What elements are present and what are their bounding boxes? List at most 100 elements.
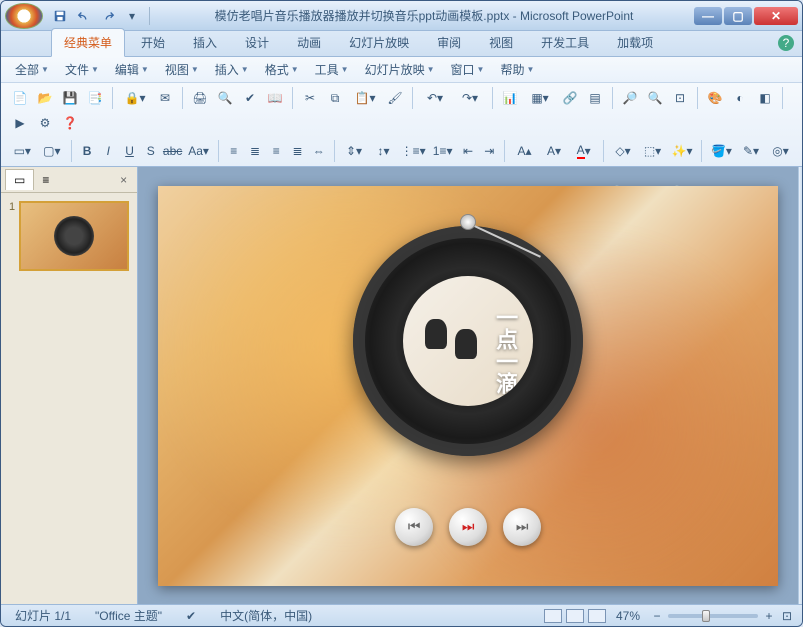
format-painter-icon[interactable]: 🖌 xyxy=(384,87,406,109)
paste-icon[interactable]: 📋▾ xyxy=(349,87,381,109)
tab-developer[interactable]: 开发工具 xyxy=(529,29,601,56)
tab-design[interactable]: 设计 xyxy=(233,29,281,56)
help-icon[interactable]: ? xyxy=(778,35,794,51)
tab-home[interactable]: 开始 xyxy=(129,29,177,56)
linespace-icon[interactable]: ⇕▾ xyxy=(341,140,368,162)
inc-indent-icon[interactable]: ⇥ xyxy=(480,140,498,162)
arrange-icon[interactable]: ⬚▾ xyxy=(639,140,666,162)
menu-file[interactable]: 文件▼ xyxy=(59,58,105,81)
effects-icon[interactable]: ◎▾ xyxy=(767,140,794,162)
slideshow-icon[interactable]: ▶ xyxy=(9,112,31,134)
changecase-icon[interactable]: Aa▾ xyxy=(185,140,212,162)
menu-view[interactable]: 视图▼ xyxy=(159,58,205,81)
slide-area[interactable]: 🔈 🔈 一点一滴 ⏮ ⏭ ⏭ xyxy=(138,167,798,604)
spell-icon[interactable]: ✔ xyxy=(239,87,261,109)
grayscale-icon[interactable]: ◐ xyxy=(729,87,751,109)
zoom-slider[interactable] xyxy=(668,614,758,618)
layout-icon[interactable]: ▢▾ xyxy=(39,140,66,162)
zoom-in-button[interactable]: + xyxy=(762,609,776,623)
minimize-button[interactable]: — xyxy=(694,7,722,25)
justify-icon[interactable]: ≣ xyxy=(288,140,306,162)
normal-view-icon[interactable] xyxy=(544,609,562,623)
bold-icon[interactable]: B xyxy=(78,140,96,162)
dec-font-icon[interactable]: A▾ xyxy=(541,140,568,162)
preview-icon[interactable]: 🔍 xyxy=(214,87,236,109)
numbering-icon[interactable]: 1≡▾ xyxy=(429,140,456,162)
undo-icon[interactable]: ↶▾ xyxy=(419,87,451,109)
fill-icon[interactable]: 🪣▾ xyxy=(708,140,735,162)
help2-icon[interactable]: ❓ xyxy=(59,112,81,134)
shadow-icon[interactable]: S xyxy=(142,140,160,162)
open-icon[interactable]: 📂 xyxy=(34,87,56,109)
bullets-icon[interactable]: ⋮≡▾ xyxy=(400,140,427,162)
align-right-icon[interactable]: ≡ xyxy=(267,140,285,162)
zoom-out-button[interactable]: − xyxy=(650,609,664,623)
zoom-out-icon[interactable]: 🔍 xyxy=(644,87,666,109)
tab-slides-icon[interactable]: ▭ xyxy=(5,169,34,190)
tables-icon[interactable]: ▤ xyxy=(584,87,606,109)
zoom-in-icon[interactable]: 🔎 xyxy=(619,87,641,109)
dec-indent-icon[interactable]: ⇤ xyxy=(459,140,477,162)
color-icon[interactable]: 🎨 xyxy=(704,87,726,109)
zoom-level[interactable]: 47% xyxy=(610,607,646,625)
menu-all[interactable]: 全部▼ xyxy=(9,58,55,81)
zoom-thumb[interactable] xyxy=(702,610,710,622)
undo-icon[interactable] xyxy=(73,5,95,27)
fit-icon[interactable]: ⊡ xyxy=(669,87,691,109)
distribute-icon[interactable]: ⇔ xyxy=(310,140,328,162)
copy-icon[interactable]: ⧉ xyxy=(324,87,346,109)
align-left-icon[interactable]: ≡ xyxy=(225,140,243,162)
office-button[interactable] xyxy=(5,3,43,29)
menu-help[interactable]: 帮助▼ xyxy=(494,58,540,81)
close-button[interactable]: ✕ xyxy=(754,7,798,25)
slideshow-view-icon[interactable] xyxy=(588,609,606,623)
panel-close-icon[interactable]: × xyxy=(114,173,133,187)
menu-slideshow[interactable]: 幻灯片放映▼ xyxy=(359,58,441,81)
qat-more-icon[interactable]: ▾ xyxy=(121,5,143,27)
maximize-button[interactable]: ▢ xyxy=(724,7,752,25)
tab-insert[interactable]: 插入 xyxy=(181,29,229,56)
new-icon[interactable]: 📄 xyxy=(9,87,31,109)
outline-icon[interactable]: ✎▾ xyxy=(738,140,765,162)
tab-review[interactable]: 审阅 xyxy=(425,29,473,56)
print-icon[interactable]: 🖨 xyxy=(189,87,211,109)
menu-insert[interactable]: 插入▼ xyxy=(209,58,255,81)
strike-icon[interactable]: abc xyxy=(163,140,182,162)
tab-view[interactable]: 视图 xyxy=(477,29,525,56)
quick-styles-icon[interactable]: ✨▾ xyxy=(669,140,696,162)
tab-addins[interactable]: 加载项 xyxy=(605,29,665,56)
font-color-icon[interactable]: A▾ xyxy=(570,140,597,162)
menu-window[interactable]: 窗口▼ xyxy=(445,58,491,81)
vertical-scrollbar[interactable] xyxy=(798,167,802,604)
slide-canvas[interactable]: 一点一滴 ⏮ ⏭ ⏭ xyxy=(158,186,778,586)
prev-button[interactable]: ⏮ xyxy=(395,508,433,546)
research-icon[interactable]: 📖 xyxy=(264,87,286,109)
menu-format[interactable]: 格式▼ xyxy=(259,58,305,81)
table-icon[interactable]: ▦▾ xyxy=(524,87,556,109)
menu-edit[interactable]: 编辑▼ xyxy=(109,58,155,81)
permission-icon[interactable]: 🔒▾ xyxy=(119,87,151,109)
redo-icon[interactable]: ↷▾ xyxy=(454,87,486,109)
play-button[interactable]: ⏭ xyxy=(449,508,487,546)
tab-classic-menu[interactable]: 经典菜单 xyxy=(51,28,125,57)
cut-icon[interactable]: ✂ xyxy=(299,87,321,109)
options-icon[interactable]: ⚙ xyxy=(34,112,56,134)
fit-window-icon[interactable]: ⊡ xyxy=(780,609,794,623)
saveas-icon[interactable]: 📑 xyxy=(84,87,106,109)
chart-icon[interactable]: 📊 xyxy=(499,87,521,109)
shapes-icon[interactable]: ◇▾ xyxy=(610,140,637,162)
redo-icon[interactable] xyxy=(97,5,119,27)
save-icon[interactable] xyxy=(49,5,71,27)
underline-icon[interactable]: U xyxy=(120,140,138,162)
save-icon[interactable]: 💾 xyxy=(59,87,81,109)
email-icon[interactable]: ✉ xyxy=(154,87,176,109)
hyperlink-icon[interactable]: 🔗 xyxy=(559,87,581,109)
sorter-view-icon[interactable] xyxy=(566,609,584,623)
direction-icon[interactable]: ↕▾ xyxy=(370,140,397,162)
tab-outline-icon[interactable]: ≡ xyxy=(34,170,57,190)
menu-tools[interactable]: 工具▼ xyxy=(309,58,355,81)
tab-animation[interactable]: 动画 xyxy=(285,29,333,56)
inc-font-icon[interactable]: A▴ xyxy=(511,140,538,162)
status-language[interactable]: 中文(简体，中国) xyxy=(214,605,318,626)
next-button[interactable]: ⏭ xyxy=(503,508,541,546)
